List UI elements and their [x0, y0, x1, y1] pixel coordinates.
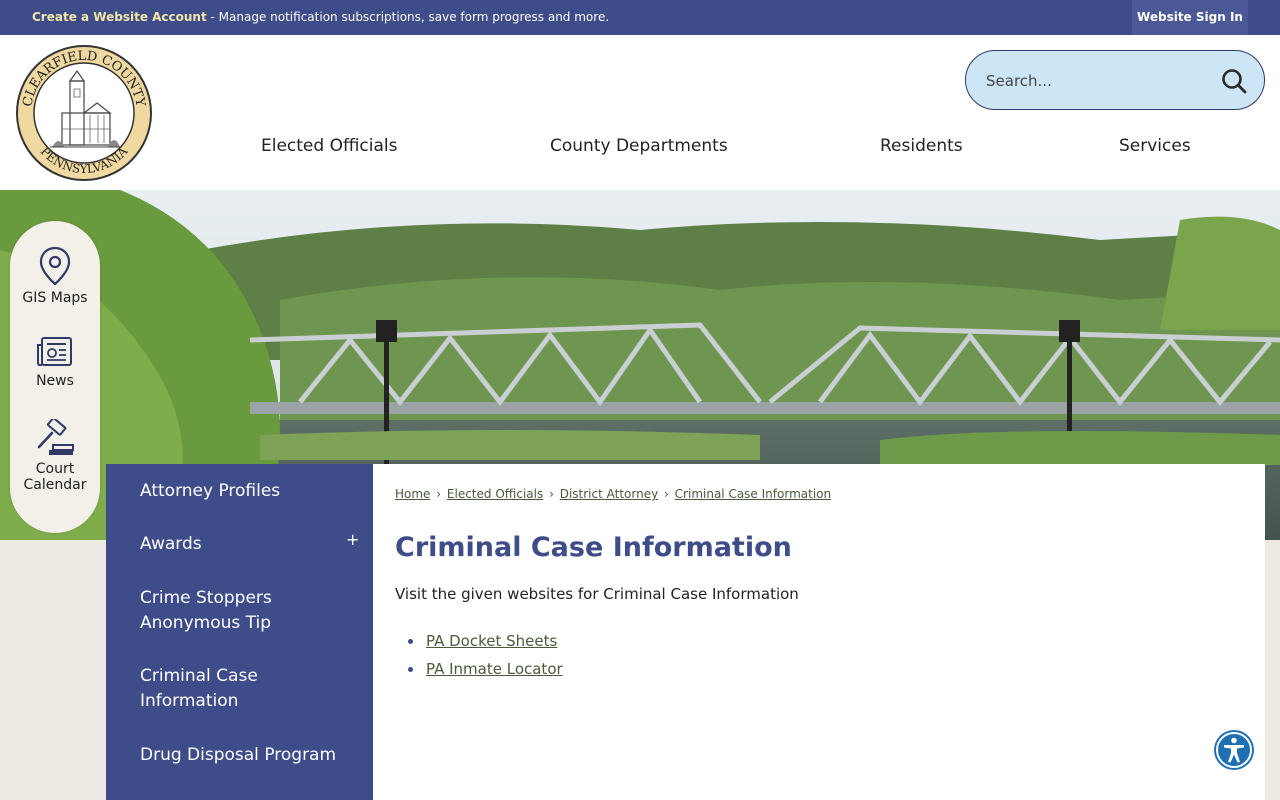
quick-links-panel: GIS Maps News Court Calendar: [10, 221, 100, 533]
breadcrumb-elected-officials[interactable]: Elected Officials: [447, 487, 543, 501]
breadcrumb-separator: ›: [549, 487, 554, 501]
breadcrumb-district-attorney[interactable]: District Attorney: [560, 487, 658, 501]
page-title: Criminal Case Information: [395, 532, 792, 563]
accessibility-icon[interactable]: [1213, 729, 1255, 771]
side-nav-attorney-profiles[interactable]: Attorney Profiles: [140, 479, 350, 504]
quick-link-court-calendar[interactable]: Court Calendar: [10, 419, 100, 493]
list-item: PA Docket Sheets: [395, 627, 563, 655]
nav-services[interactable]: Services: [1119, 136, 1191, 156]
breadcrumb-criminal-case-information[interactable]: Criminal Case Information: [675, 487, 831, 501]
site-header: CLEARFIELD COUNTY PENNSYLVANIA Elected O…: [0, 35, 1280, 190]
create-account-link[interactable]: Create a Website Account: [32, 10, 207, 24]
side-nav-crime-stoppers[interactable]: Crime Stoppers Anonymous Tip: [140, 586, 350, 636]
county-seal-logo[interactable]: CLEARFIELD COUNTY PENNSYLVANIA: [14, 43, 154, 183]
side-navigation: Attorney Profiles Awards + Crime Stopper…: [106, 464, 373, 800]
account-message: Create a Website Account - Manage notifi…: [32, 10, 609, 24]
top-bar: Create a Website Account - Manage notifi…: [0, 0, 1280, 35]
quick-link-label: Court Calendar: [23, 461, 87, 493]
expand-awards-toggle[interactable]: +: [346, 530, 359, 549]
page-intro-text: Visit the given websites for Criminal Ca…: [395, 585, 799, 603]
breadcrumb-home[interactable]: Home: [395, 487, 430, 501]
breadcrumb: Home › Elected Officials › District Atto…: [395, 487, 831, 501]
newspaper-icon: [37, 337, 72, 366]
resource-links-list: PA Docket Sheets PA Inmate Locator: [395, 627, 563, 683]
side-nav-awards[interactable]: Awards: [140, 532, 350, 557]
gavel-icon: [37, 419, 74, 455]
quick-link-label: News: [36, 373, 74, 389]
nav-elected-officials[interactable]: Elected Officials: [261, 136, 397, 156]
quick-link-news[interactable]: News: [10, 335, 100, 389]
quick-link-gis-maps[interactable]: GIS Maps: [10, 246, 100, 306]
side-nav-drug-disposal-program[interactable]: Drug Disposal Program: [140, 743, 350, 768]
list-item: PA Inmate Locator: [395, 655, 563, 683]
side-nav-criminal-case-information[interactable]: Criminal Case Information: [140, 664, 350, 714]
breadcrumb-separator: ›: [436, 487, 442, 501]
pa-inmate-locator-link[interactable]: PA Inmate Locator: [426, 660, 563, 678]
pa-docket-sheets-link[interactable]: PA Docket Sheets: [426, 632, 557, 650]
create-account-description: - Manage notification subscriptions, sav…: [206, 10, 610, 24]
search-box: [965, 50, 1265, 110]
website-sign-in-button[interactable]: Website Sign In: [1132, 0, 1248, 35]
quick-link-label: GIS Maps: [22, 290, 88, 306]
nav-residents[interactable]: Residents: [880, 136, 963, 156]
nav-county-departments[interactable]: County Departments: [550, 136, 728, 156]
search-input[interactable]: [986, 69, 1216, 93]
map-pin-icon: [39, 246, 71, 286]
breadcrumb-separator: ›: [664, 487, 669, 501]
search-icon[interactable]: [1220, 67, 1248, 95]
main-content: Home › Elected Officials › District Atto…: [373, 464, 1265, 800]
